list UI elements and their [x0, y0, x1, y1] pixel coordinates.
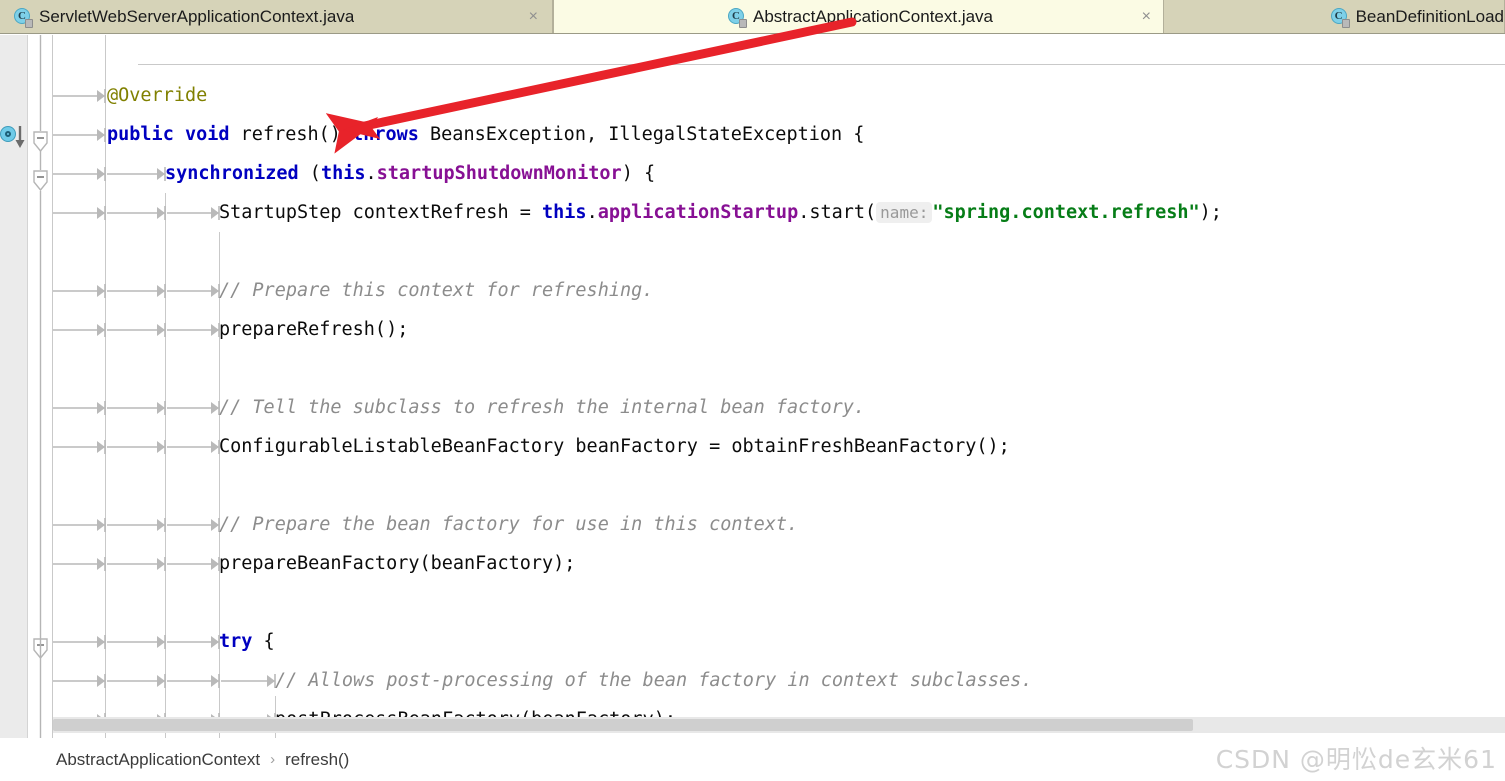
- code-token: startupShutdownMonitor: [376, 163, 622, 184]
- java-class-icon: C: [14, 8, 33, 28]
- code-line[interactable]: prepareBeanFactory(beanFactory);: [53, 544, 1505, 583]
- java-class-icon: C: [1330, 8, 1350, 28]
- code-token: public: [107, 124, 174, 145]
- code-token: .: [586, 202, 598, 223]
- ide-editor-window: C ServletWebServerApplicationContext.jav…: [0, 0, 1505, 781]
- tab-label: BeanDefinitionLoad: [1355, 7, 1504, 26]
- breadcrumb-member[interactable]: refresh(): [285, 750, 349, 770]
- close-icon[interactable]: ×: [529, 9, 538, 25]
- code-comment: // Prepare this context for refreshing.: [219, 280, 654, 301]
- code-line[interactable]: public void refresh() throws BeansExcept…: [53, 115, 1505, 154]
- code-comment: // Tell the subclass to refresh the inte…: [219, 397, 866, 418]
- code-token: (: [298, 163, 321, 184]
- code-token: ) {: [621, 163, 656, 184]
- code-token: );: [1199, 202, 1222, 223]
- chevron-right-icon: ›: [270, 751, 276, 768]
- code-token: @Override: [107, 85, 208, 106]
- code-token: ConfigurableListableBeanFactory beanFact…: [219, 436, 1010, 457]
- code-token: StartupStep contextRefresh =: [219, 202, 543, 223]
- code-line[interactable]: ConfigurableListableBeanFactory beanFact…: [53, 427, 1505, 466]
- code-line[interactable]: prepareRefresh();: [53, 310, 1505, 349]
- tab-label: AbstractApplicationContext.java: [752, 7, 994, 26]
- code-line[interactable]: // Allows post-processing of the bean fa…: [53, 661, 1505, 700]
- code-token: this: [542, 202, 587, 223]
- code-token: prepareBeanFactory(beanFactory);: [219, 553, 576, 574]
- code-token: BeansException, IllegalStateException {: [418, 124, 865, 145]
- arrow-down-icon: [15, 126, 25, 148]
- code-token: applicationStartup: [597, 202, 799, 223]
- fold-top-separator: [138, 64, 1505, 65]
- tab-abstractapplicationcontext[interactable]: C AbstractApplicationContext.java ×: [553, 0, 1164, 33]
- code-token: prepareRefresh();: [219, 319, 409, 340]
- tab-beandefinitionload[interactable]: C BeanDefinitionLoad: [1164, 0, 1505, 33]
- code-token: refresh(): [229, 124, 353, 145]
- code-editor[interactable]: @Override public void refresh() throws B…: [0, 35, 1505, 738]
- code-token: this: [320, 163, 366, 184]
- breadcrumb: AbstractApplicationContext › refresh(): [0, 738, 1505, 781]
- scrollbar-thumb[interactable]: [53, 719, 1193, 731]
- code-token: try: [219, 631, 253, 652]
- code-line[interactable]: // Prepare this context for refreshing.: [53, 271, 1505, 310]
- tab-servletwebserverapplicationcontext[interactable]: C ServletWebServerApplicationContext.jav…: [0, 0, 553, 33]
- code-token: synchronized: [165, 163, 299, 184]
- code-token: .: [365, 163, 377, 184]
- code-line[interactable]: synchronized (this.startupShutdownMonito…: [53, 154, 1505, 193]
- fold-region-line: [39, 35, 42, 738]
- code-token: .start(: [798, 202, 877, 223]
- java-class-icon: C: [727, 8, 747, 28]
- implements-method-icon[interactable]: [0, 125, 26, 151]
- close-icon[interactable]: ×: [1142, 9, 1151, 25]
- code-line[interactable]: StartupStep contextRefresh = this.applic…: [53, 193, 1505, 232]
- parameter-hint: name:: [876, 202, 933, 223]
- code-token: {: [252, 631, 275, 652]
- code-token: void: [184, 124, 230, 145]
- breadcrumb-class[interactable]: AbstractApplicationContext: [56, 750, 260, 770]
- code-comment: // Allows post-processing of the bean fa…: [275, 670, 1033, 691]
- code-token: throws: [352, 124, 419, 145]
- code-line[interactable]: // Prepare the bean factory for use in t…: [53, 505, 1505, 544]
- code-surface[interactable]: @Override public void refresh() throws B…: [53, 35, 1505, 738]
- tab-label: ServletWebServerApplicationContext.java: [39, 7, 355, 26]
- editor-tab-bar: C ServletWebServerApplicationContext.jav…: [0, 0, 1505, 34]
- code-line[interactable]: try {: [53, 622, 1505, 661]
- code-comment: // Prepare the bean factory for use in t…: [219, 514, 799, 535]
- horizontal-scrollbar[interactable]: [53, 717, 1505, 733]
- code-line[interactable]: @Override: [53, 76, 1505, 115]
- code-line[interactable]: // Tell the subclass to refresh the inte…: [53, 388, 1505, 427]
- code-token: "spring.context.refresh": [932, 202, 1200, 223]
